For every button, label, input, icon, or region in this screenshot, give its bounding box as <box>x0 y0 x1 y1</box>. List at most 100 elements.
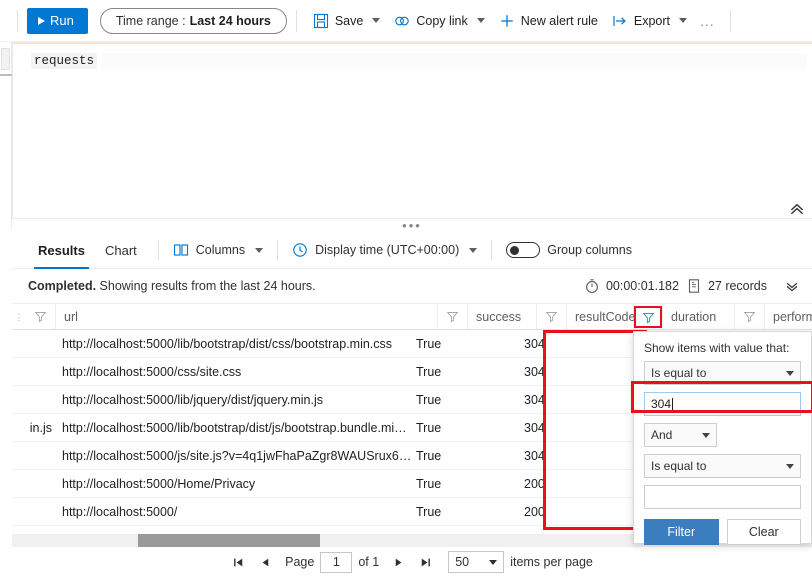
filter-popup-title: Show items with value that: <box>644 341 790 355</box>
save-label: Save <box>334 13 364 28</box>
filter-value-1-wrap: 304 <box>644 392 801 416</box>
panel-splitter[interactable]: ••• <box>12 218 812 232</box>
tab-chart-label: Chart <box>104 242 137 258</box>
expand-down-icon[interactable] <box>784 278 800 294</box>
cell-success: True <box>416 504 442 519</box>
grid-scrollbar-thumb[interactable] <box>138 534 320 547</box>
cell-resultcode: 304 <box>524 392 545 407</box>
filter-button-resultcode-active[interactable] <box>634 306 662 328</box>
group-columns-toggle[interactable] <box>506 242 541 258</box>
collapse-up-icon[interactable] <box>788 200 806 218</box>
status-message: Completed. Showing results from the last… <box>28 279 316 293</box>
chevron-down-icon <box>255 247 264 253</box>
save-icon <box>313 13 328 28</box>
query-editor[interactable]: requests <box>12 42 812 228</box>
filter-logic-select[interactable]: And <box>644 423 717 447</box>
status-detail: Showing results from the last 24 hours. <box>96 279 316 293</box>
filter-button-resultcode[interactable] <box>537 304 567 329</box>
column-header-resultcode[interactable]: resultCode <box>567 304 636 329</box>
filter-operator-2-select[interactable]: Is equal to <box>644 454 801 478</box>
cell-url: http://localhost:5000/lib/bootstrap/dist… <box>62 336 393 351</box>
filter-button-success[interactable] <box>438 304 468 329</box>
copy-link-label: Copy link <box>416 13 468 28</box>
editor-top-accent <box>13 42 812 44</box>
editor-gutter-scroll-thumb[interactable] <box>1 48 10 70</box>
results-status-bar: Completed. Showing results from the last… <box>12 269 812 304</box>
new-alert-rule-button[interactable]: New alert rule <box>492 6 605 36</box>
link-icon <box>395 16 410 25</box>
column-header-url[interactable]: url <box>56 304 438 329</box>
splitter-grip-icon: ••• <box>402 217 422 233</box>
cell-url: http://localhost:5000/lib/jquery/dist/jq… <box>62 392 324 407</box>
group-columns-control[interactable]: Group columns <box>503 242 635 258</box>
chevron-down-icon <box>469 247 478 253</box>
tab-results[interactable]: Results <box>28 232 95 269</box>
filter-button-url[interactable] <box>26 304 56 329</box>
results-toolbar: Results Chart Columns Display time (UTC+… <box>12 232 812 269</box>
timer-icon <box>585 279 598 293</box>
filter-value-1-text: 304 <box>651 397 672 411</box>
chevron-left-icon <box>262 558 269 566</box>
chevron-down-icon <box>372 18 381 23</box>
toolbar-overflow-button[interactable]: ... <box>694 13 721 29</box>
last-page-button[interactable] <box>412 556 439 569</box>
chevron-right-icon <box>395 558 402 566</box>
run-button-label: Run <box>50 13 74 28</box>
chevron-down-icon <box>702 432 710 438</box>
page-size-select[interactable]: 50 <box>448 551 505 573</box>
filter-logic-row: And <box>644 423 801 447</box>
filter-icon <box>545 312 558 323</box>
row-handle-icon: ⋮ <box>14 311 24 322</box>
tab-chart[interactable]: Chart <box>95 232 147 269</box>
filter-apply-button[interactable]: Filter <box>644 519 719 545</box>
toolbar-divider-end <box>729 9 731 32</box>
cell-success: True <box>416 392 442 407</box>
export-button[interactable]: Export <box>605 6 694 36</box>
filter-clear-button[interactable]: Clear <box>726 519 801 545</box>
text-cursor <box>672 397 674 411</box>
export-icon <box>613 15 626 26</box>
query-text: requests <box>31 53 98 69</box>
filter-value-2-row <box>644 485 801 509</box>
previous-page-button[interactable] <box>252 556 279 569</box>
time-range-label: Time range : <box>115 13 186 28</box>
new-alert-rule-label: New alert rule <box>520 13 598 28</box>
filter-value-1-input[interactable]: 304 <box>644 392 801 416</box>
column-header-success-label: success <box>476 309 522 324</box>
run-button[interactable]: Run <box>27 7 88 34</box>
page-total-label: of 1 <box>358 555 380 569</box>
page-label: Page <box>285 555 315 569</box>
column-header-duration[interactable]: duration <box>662 304 735 329</box>
chevron-down-icon <box>476 18 485 23</box>
cell-success: True <box>416 448 442 463</box>
copy-link-button[interactable]: Copy link <box>387 6 491 36</box>
display-time-button[interactable]: Display time (UTC+00:00) <box>289 242 480 258</box>
column-header-success[interactable]: success <box>468 304 537 329</box>
grid-header-row: ⋮ url success resultCode duration perfor… <box>12 304 812 330</box>
chevron-down-icon <box>489 559 498 565</box>
save-button[interactable]: Save <box>306 6 388 36</box>
filter-button-duration[interactable] <box>735 304 765 329</box>
filter-operator-1-value: Is equal to <box>651 366 707 380</box>
filter-operator-1-select[interactable]: Is equal to <box>644 361 801 385</box>
column-header-resultcode-label: resultCode <box>575 309 636 324</box>
query-duration-chip: 00:00:01.182 <box>584 278 679 294</box>
filter-value-2-input[interactable] <box>644 485 801 509</box>
results-divider-2 <box>277 240 279 260</box>
page-number-input[interactable]: 1 <box>320 551 353 573</box>
cell-resultcode: 304 <box>524 448 545 463</box>
first-page-button[interactable] <box>225 556 252 569</box>
record-count-value: 27 records <box>707 279 767 293</box>
last-page-icon <box>421 558 431 566</box>
column-header-performance[interactable]: performa <box>765 304 812 329</box>
columns-button[interactable]: Columns <box>170 242 266 258</box>
items-per-page-label: items per page <box>510 555 593 569</box>
next-page-button[interactable] <box>385 556 412 569</box>
chevron-down-icon <box>786 370 794 376</box>
time-range-picker[interactable]: Time range : Last 24 hours <box>99 7 287 34</box>
chevron-down-icon <box>679 18 688 23</box>
results-divider-1 <box>157 240 159 260</box>
results-divider-3 <box>491 240 493 260</box>
cell-overflow-prefix: in.js <box>29 420 52 435</box>
column-header-url-label: url <box>64 309 78 324</box>
